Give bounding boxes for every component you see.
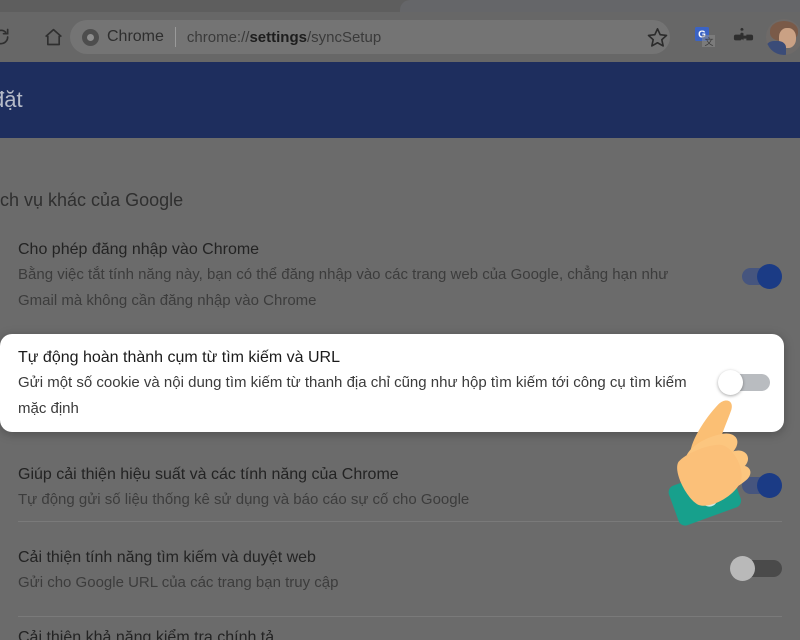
google-translate-icon[interactable]: G 文 xyxy=(688,20,722,54)
setting-row-text: Cho phép đăng nhập vào Chrome Bằng việc … xyxy=(0,238,798,314)
settings-header-bar: đặt xyxy=(0,62,800,138)
puzzle-piece-icon[interactable] xyxy=(726,20,760,54)
pointing-hand-cursor xyxy=(648,382,800,532)
tab-strip xyxy=(0,0,800,12)
setting-title: Giúp cải thiện hiệu suất và các tính năn… xyxy=(18,463,469,487)
home-icon[interactable] xyxy=(36,20,70,54)
setting-row-search-browsing[interactable]: Cải thiện tính năng tìm kiếm và duyệt we… xyxy=(0,546,800,596)
setting-row-text: Cải thiện tính năng tìm kiếm và duyệt we… xyxy=(0,546,429,596)
omnibox-separator xyxy=(175,27,176,47)
setting-row-text: Tự động hoàn thành cụm từ tìm kiếm và UR… xyxy=(18,346,698,422)
address-bar[interactable]: Chrome chrome://settings/syncSetup xyxy=(70,20,670,54)
url-bold-segment: settings xyxy=(249,29,307,46)
profile-avatar[interactable] xyxy=(766,19,800,55)
toggle-knob xyxy=(757,264,782,289)
toggle-knob xyxy=(730,556,755,581)
setting-description: Tự động gửi số liệu thống kê sử dụng và … xyxy=(18,487,469,513)
setting-row-spellcheck[interactable]: Cải thiện khả năng kiểm tra chính tả xyxy=(0,626,800,640)
avatar-body xyxy=(766,41,786,55)
setting-description: Gửi một số cookie và nội dung tìm kiếm t… xyxy=(18,370,698,422)
setting-toggle-search-browsing[interactable] xyxy=(730,556,782,582)
omnibox-brand-label: Chrome xyxy=(107,28,164,46)
setting-row-text: Cải thiện khả năng kiểm tra chính tả xyxy=(0,626,364,640)
page-title: đặt xyxy=(0,87,23,113)
setting-title: Cải thiện khả năng kiểm tra chính tả xyxy=(18,626,274,640)
browser-window: Chrome chrome://settings/syncSetup G 文 đ… xyxy=(0,0,800,640)
star-icon[interactable] xyxy=(640,20,674,54)
setting-description: Gửi cho Google URL của các trang bạn tru… xyxy=(18,570,339,596)
setting-row-text: Giúp cải thiện hiệu suất và các tính năn… xyxy=(0,463,559,513)
chrome-logo-icon xyxy=(82,29,99,46)
reload-icon[interactable] xyxy=(0,20,18,54)
omnibox-url: chrome://settings/syncSetup xyxy=(187,29,381,46)
browser-tab[interactable] xyxy=(400,0,800,12)
svg-text:文: 文 xyxy=(704,36,713,47)
setting-title: Cho phép đăng nhập vào Chrome xyxy=(18,238,708,262)
url-prefix: chrome:// xyxy=(187,29,250,46)
setting-description: Bằng việc tắt tính năng này, bạn có thể … xyxy=(18,262,708,314)
setting-toggle-signin[interactable] xyxy=(730,264,782,290)
setting-row-signin[interactable]: Cho phép đăng nhập vào Chrome Bằng việc … xyxy=(0,238,800,314)
setting-title: Tự động hoàn thành cụm từ tìm kiếm và UR… xyxy=(18,346,698,370)
row-divider xyxy=(18,616,782,617)
section-heading: dịch vụ khác của Google xyxy=(0,190,183,211)
setting-title: Cải thiện tính năng tìm kiếm và duyệt we… xyxy=(18,546,339,570)
url-suffix: /syncSetup xyxy=(307,29,381,46)
